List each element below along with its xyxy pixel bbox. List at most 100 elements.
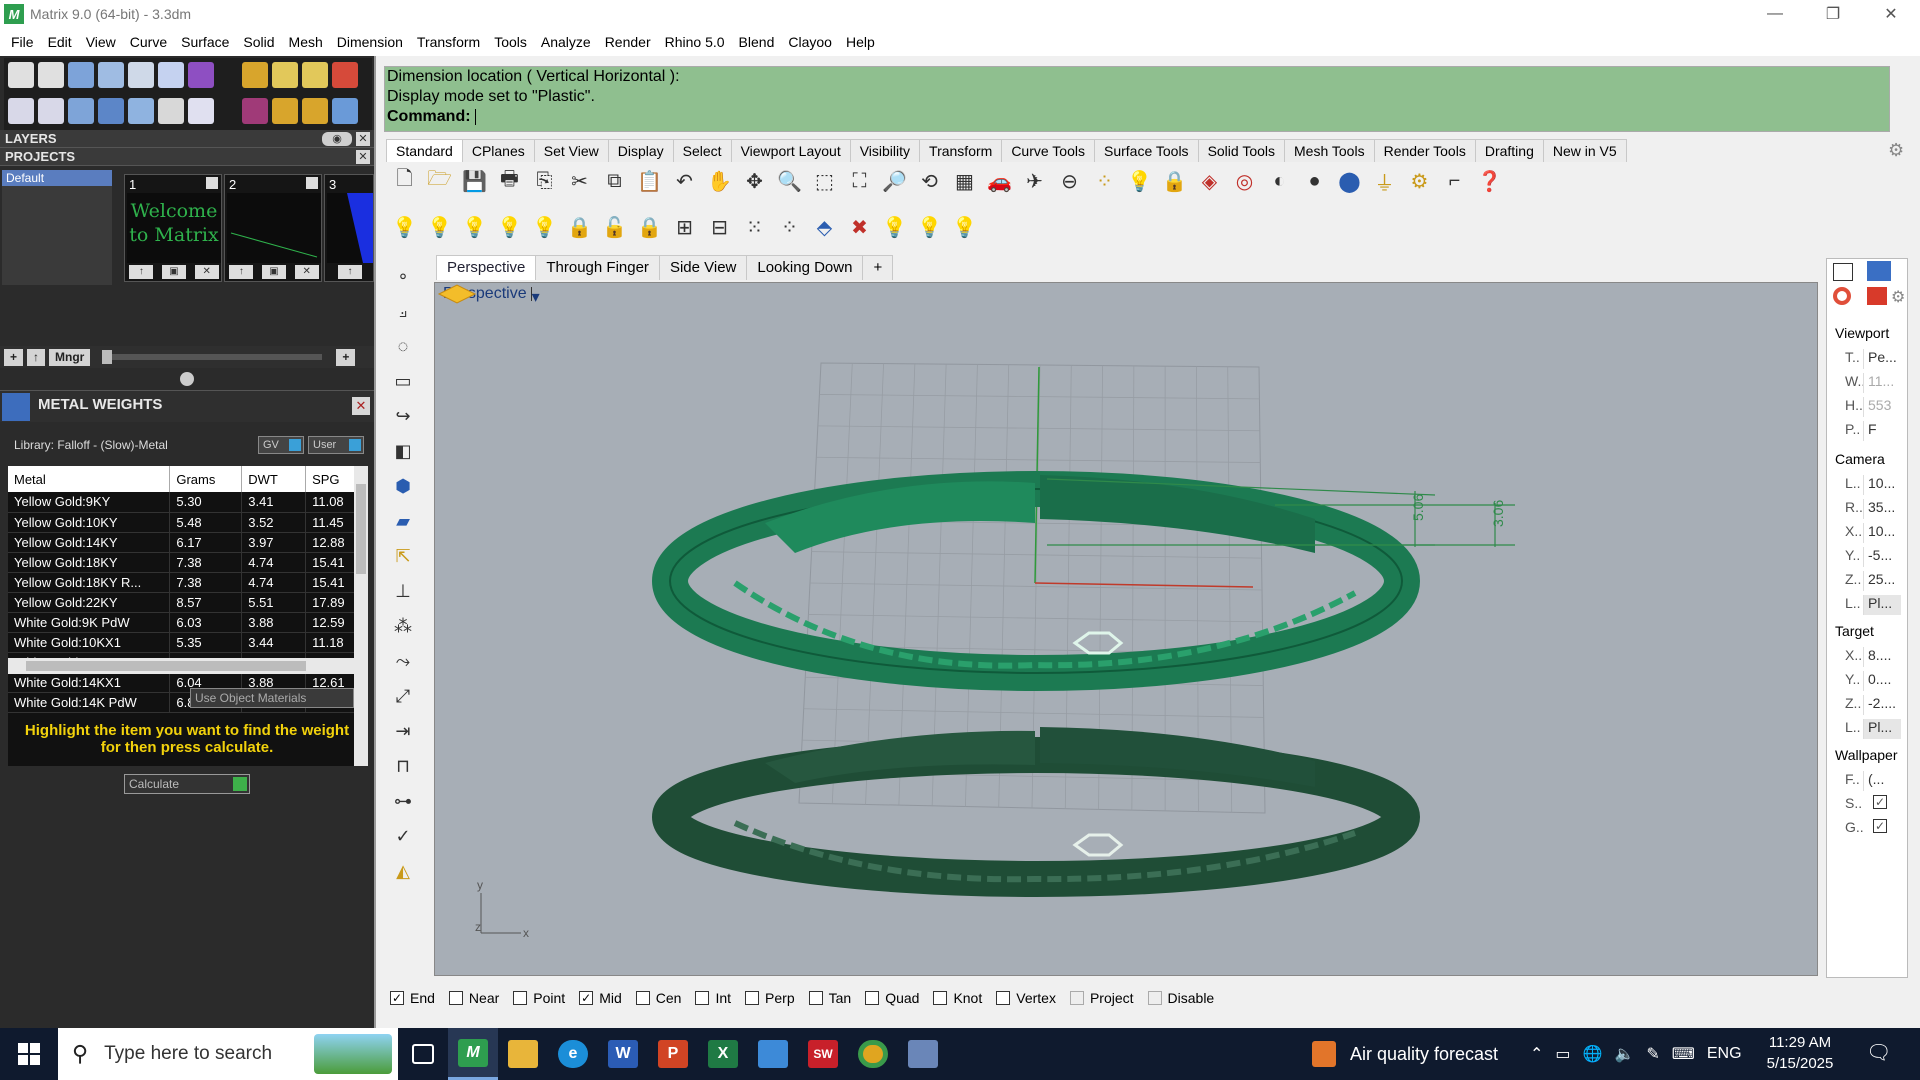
tab-cplanes[interactable]: CPlanes	[461, 139, 535, 162]
taskbar-excel[interactable]: X	[698, 1028, 748, 1080]
volume-icon[interactable]: 🔈	[1614, 1044, 1634, 1064]
osnap-checkbox[interactable]: ✓	[390, 991, 404, 1005]
menu-view[interactable]: View	[79, 28, 123, 56]
property-value[interactable]: 8....	[1863, 647, 1901, 667]
car-icon[interactable]: 🚗	[985, 167, 1014, 196]
command-input[interactable]	[474, 108, 476, 125]
open-file-icon[interactable]: 🗁	[425, 167, 454, 196]
osnap-checkbox[interactable]	[1069, 991, 1084, 1005]
osnap-checkbox[interactable]	[448, 991, 463, 1005]
show-wallpaper-checkbox[interactable]: ✓	[1873, 795, 1887, 809]
pan-hand-icon[interactable]: ✋	[705, 167, 734, 196]
gray-wallpaper-checkbox[interactable]: ✓	[1873, 819, 1887, 833]
tab-visibility[interactable]: Visibility	[849, 139, 921, 162]
property-value[interactable]: -5...	[1863, 547, 1901, 567]
osnap-vertex[interactable]: Vertex	[996, 990, 1056, 1006]
layers-tool-icon[interactable]	[68, 62, 94, 88]
property-row[interactable]: P.. F	[1835, 421, 1903, 441]
osnap-mid[interactable]: ✓ Mid	[579, 990, 622, 1006]
command-scrollbar[interactable]	[1892, 66, 1908, 132]
gv-toggle[interactable]: GV	[258, 436, 304, 454]
user-toggle[interactable]: User	[308, 436, 364, 454]
color-wheel-icon[interactable]	[1833, 287, 1851, 305]
property-value[interactable]: 10...	[1863, 475, 1901, 495]
project-thumb-3[interactable]: 3 ↑	[324, 174, 374, 282]
dimension-label-1[interactable]: 5.06	[1410, 494, 1426, 521]
layers-close-icon[interactable]: ✕	[356, 132, 370, 146]
cut-icon[interactable]: ✂	[565, 167, 594, 196]
project-icon[interactable]: ⇥	[389, 717, 417, 746]
menu-transform[interactable]: Transform	[410, 28, 487, 56]
help-icon[interactable]: ❓	[1475, 167, 1504, 196]
shaded-sphere-icon[interactable]: ◐	[1265, 167, 1294, 196]
property-row[interactable]: F.. (...	[1835, 771, 1903, 791]
calculate-go-icon[interactable]	[233, 777, 247, 791]
notification-icon[interactable]: 🗨	[1866, 1040, 1892, 1066]
taskbar-search[interactable]: ⚲ Type here to search	[58, 1028, 398, 1080]
render-sphere-icon[interactable]: ●	[1300, 167, 1329, 196]
paste-icon[interactable]: 📋	[635, 167, 664, 196]
rendered-sphere-icon[interactable]: ⬤	[1335, 167, 1364, 196]
osnap-checkbox[interactable]	[996, 991, 1011, 1005]
property-row[interactable]: G.. ✓	[1835, 819, 1903, 839]
lock-icon[interactable]: 🔒	[1160, 167, 1189, 196]
tab-transform[interactable]: Transform	[919, 139, 1003, 162]
tab-solid-tools[interactable]: Solid Tools	[1197, 139, 1286, 162]
bulb-swap-icon[interactable]: 💡	[460, 213, 489, 242]
property-value[interactable]: 0....	[1863, 671, 1901, 691]
add-layer-button[interactable]: +	[4, 348, 24, 366]
column-metal[interactable]: Metal	[8, 466, 171, 492]
gumball-tool-icon[interactable]	[242, 62, 268, 88]
osnap-checkbox[interactable]	[1147, 991, 1162, 1005]
options-gear-icon[interactable]: ⚙	[1405, 167, 1434, 196]
layer-default[interactable]: Default	[2, 170, 112, 186]
menu-help[interactable]: Help	[839, 28, 882, 56]
osnap-checkbox[interactable]	[513, 991, 528, 1005]
show-points-icon[interactable]: ⁘	[775, 213, 804, 242]
frame2-tool-icon[interactable]	[302, 62, 328, 88]
property-row[interactable]: R.. 35...	[1835, 499, 1903, 519]
property-row[interactable]: X.. 10...	[1835, 523, 1903, 543]
tab-set-view[interactable]: Set View	[533, 139, 609, 162]
zoom-tool-icon[interactable]	[38, 62, 64, 88]
taskbar-solidworks[interactable]: SW	[798, 1028, 848, 1080]
osnap-quad[interactable]: Quad	[865, 990, 919, 1006]
import-icon[interactable]: ⎘	[530, 167, 559, 196]
zoom-icon[interactable]: 🔍	[775, 167, 804, 196]
boolean-icon[interactable]: ⊥	[389, 577, 417, 606]
zoom-extents-icon[interactable]: ⛶	[845, 167, 874, 196]
unlock-selected-icon[interactable]: ⊟	[705, 213, 734, 242]
property-row[interactable]: L.. Pl...	[1835, 719, 1903, 739]
taskbar-matrix[interactable]: M	[448, 1028, 498, 1080]
scroll-thumb[interactable]	[26, 661, 306, 671]
osnap-knot[interactable]: Knot	[933, 990, 982, 1006]
zoom-selected-icon[interactable]: 🔎	[880, 167, 909, 196]
weather-widget[interactable]: Air quality forecast	[1312, 1028, 1498, 1080]
unisolate-icon[interactable]: ✖	[845, 213, 874, 242]
tab-mesh-tools[interactable]: Mesh Tools	[1284, 139, 1375, 162]
surface-icon[interactable]: ◧	[389, 437, 417, 466]
cylinder-tool-icon[interactable]	[98, 98, 124, 124]
solid-icon[interactable]: ⬢	[389, 472, 417, 501]
table-row[interactable]: White Gold:9K PdW 6.03 3.88 12.59	[8, 612, 354, 633]
frame-tool-icon[interactable]	[272, 62, 298, 88]
print-icon[interactable]: 🖶	[495, 167, 524, 196]
light-on-icon[interactable]: 💡	[880, 213, 909, 242]
property-value[interactable]: -2....	[1863, 695, 1901, 715]
isolate-icon[interactable]: ⬘	[810, 213, 839, 242]
start-button[interactable]	[0, 1028, 58, 1080]
property-value[interactable]: F	[1863, 421, 1901, 441]
copy-icon[interactable]: ⧉	[600, 167, 629, 196]
tab-perspective[interactable]: Perspective	[436, 255, 537, 280]
monitor-icon[interactable]	[1833, 263, 1853, 281]
column-grams[interactable]: Grams	[169, 466, 243, 492]
curve-icon[interactable]: ↪	[389, 402, 417, 431]
menu-rhino5[interactable]: Rhino 5.0	[658, 28, 732, 56]
thumb-add-icon[interactable]: ↑	[338, 265, 362, 279]
sphere-tool-icon[interactable]	[68, 98, 94, 124]
property-row[interactable]: Y.. -5...	[1835, 547, 1903, 567]
property-row[interactable]: Z.. -2....	[1835, 695, 1903, 715]
four-view-icon[interactable]: ▦	[950, 167, 979, 196]
lock-swap-icon[interactable]: 🔒	[635, 213, 664, 242]
taskbar-word[interactable]: W	[598, 1028, 648, 1080]
